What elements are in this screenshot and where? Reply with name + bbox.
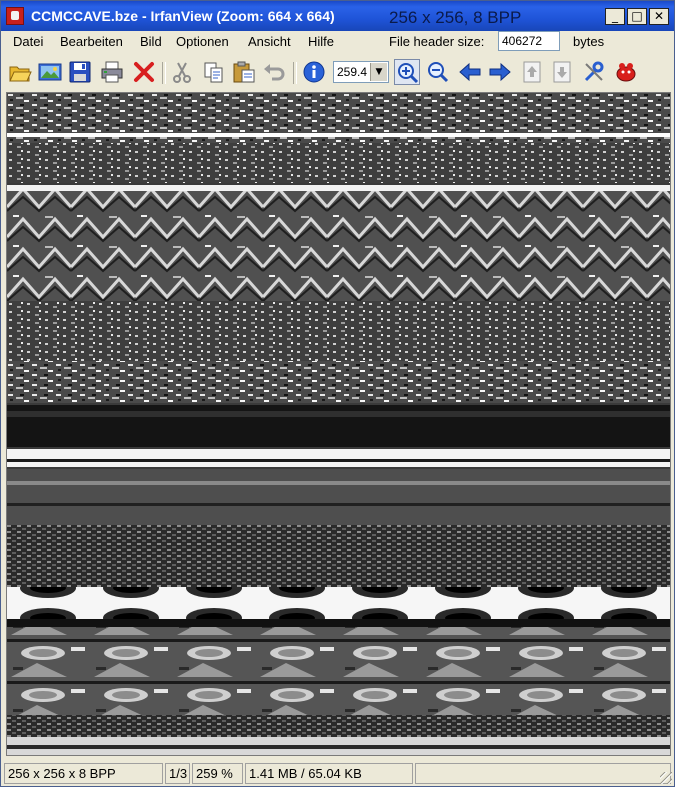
zoom-out-icon[interactable] <box>425 59 451 85</box>
cut-icon[interactable] <box>169 59 195 85</box>
window-title: CCMCCAVE.bze - IrfanView (Zoom: 664 x 66… <box>31 8 335 24</box>
page-down-icon[interactable] <box>549 59 575 85</box>
info-icon[interactable] <box>301 59 327 85</box>
settings-icon[interactable] <box>581 59 607 85</box>
file-header-unit-label: bytes <box>573 34 605 49</box>
status-file-size: 1.41 MB / 65.04 KB <box>245 763 413 784</box>
zoom-combobox[interactable]: 259.4 ▼ <box>333 61 389 83</box>
menu-datei[interactable]: Datei <box>13 34 43 49</box>
menu-bar: Datei Bearbeiten Bild Optionen Ansicht H… <box>1 31 674 53</box>
delete-icon[interactable] <box>131 59 157 85</box>
print-icon[interactable] <box>99 59 125 85</box>
previous-icon[interactable] <box>457 59 483 85</box>
paste-icon[interactable] <box>231 59 257 85</box>
status-dimensions: 256 x 256 x 8 BPP <box>4 763 163 784</box>
irfanview-app-icon[interactable] <box>6 7 24 25</box>
menu-bild[interactable]: Bild <box>140 34 162 49</box>
resize-grip[interactable] <box>660 772 672 784</box>
save-icon[interactable] <box>67 59 93 85</box>
status-empty-cell <box>415 763 671 784</box>
status-bar: 256 x 256 x 8 BPP 1/3 259 % 1.41 MB / 65… <box>1 761 674 786</box>
copy-icon[interactable] <box>201 59 227 85</box>
irfanview-window: CCMCCAVE.bze - IrfanView (Zoom: 664 x 66… <box>0 0 675 787</box>
menu-ansicht[interactable]: Ansicht <box>248 34 291 49</box>
close-button[interactable]: ✕ <box>649 8 669 25</box>
file-header-size-label: File header size: <box>389 34 485 49</box>
page-up-icon[interactable] <box>519 59 545 85</box>
zoom-value: 259.4 <box>337 65 368 79</box>
zoom-in-icon[interactable] <box>394 59 420 85</box>
about-icon[interactable] <box>613 59 639 85</box>
chevron-down-icon[interactable]: ▼ <box>370 63 387 81</box>
menu-bearbeiten[interactable]: Bearbeiten <box>60 34 123 49</box>
status-zoom: 259 % <box>192 763 243 784</box>
title-bar[interactable]: CCMCCAVE.bze - IrfanView (Zoom: 664 x 66… <box>1 1 674 31</box>
toolbar-separator <box>162 62 166 84</box>
image-canvas[interactable] <box>6 92 671 756</box>
open-icon[interactable] <box>7 59 33 85</box>
decoded-image <box>7 93 670 755</box>
maximize-button[interactable]: □ <box>627 8 647 25</box>
toolbar-separator <box>293 62 297 84</box>
minimize-button[interactable]: _ <box>605 8 625 25</box>
status-page: 1/3 <box>165 763 190 784</box>
next-icon[interactable] <box>487 59 513 85</box>
toolbar: 259.4 ▼ <box>1 56 674 88</box>
undo-icon[interactable] <box>261 59 287 85</box>
menu-optionen[interactable]: Optionen <box>176 34 229 49</box>
thumbnails-icon[interactable] <box>37 59 63 85</box>
image-info-label: 256 x 256, 8 BPP <box>389 8 522 27</box>
file-header-size-input[interactable]: 406272 <box>498 31 560 51</box>
menu-hilfe[interactable]: Hilfe <box>308 34 334 49</box>
